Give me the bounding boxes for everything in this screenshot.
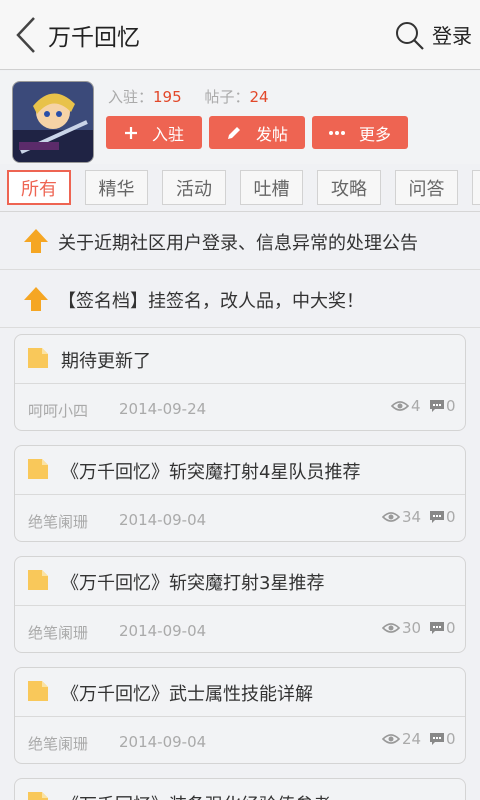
comment-icon — [430, 511, 444, 523]
divider — [15, 716, 465, 717]
login-button[interactable]: 登录 — [432, 20, 472, 49]
view-count: 34 — [382, 508, 421, 526]
post-date: 2014-09-04 — [119, 622, 207, 640]
comment-count: 0 — [429, 397, 456, 415]
notice-text: 【签名档】挂签名，改人品，中大奖！ — [58, 291, 364, 312]
posts-count: 24 — [249, 88, 269, 106]
tab-more-partial[interactable] — [472, 170, 480, 205]
comment-count: 0 — [429, 619, 456, 637]
post-title: 期待更新了 — [61, 351, 151, 372]
divider — [15, 494, 465, 495]
view-count: 4 — [391, 397, 421, 415]
post-author[interactable]: 绝笔阑珊 — [28, 733, 88, 754]
join-button[interactable]: 入驻 — [106, 116, 202, 149]
tab-all[interactable]: 所有 — [7, 170, 71, 205]
comment-count: 0 — [429, 508, 456, 526]
new-post-button[interactable]: 发帖 — [209, 116, 305, 149]
members-count: 195 — [153, 88, 182, 106]
post-card[interactable]: 期待更新了 呵呵小四 2014-09-24 4 0 — [14, 334, 466, 431]
new-post-label: 发帖 — [255, 124, 288, 144]
view-count: 24 — [382, 730, 421, 748]
pencil-icon — [226, 125, 242, 141]
document-icon — [27, 347, 49, 373]
top-bar: 万千回忆 登录 — [0, 0, 480, 70]
page-title: 万千回忆 — [48, 25, 140, 51]
post-card[interactable]: 《万千回忆》斩突魔打射3星推荐 绝笔阑珊 2014-09-04 30 0 — [14, 556, 466, 653]
post-author[interactable]: 绝笔阑珊 — [28, 622, 88, 643]
comment-count: 0 — [429, 730, 456, 748]
eye-icon — [382, 512, 400, 522]
comment-icon — [430, 400, 444, 412]
document-icon — [27, 791, 49, 800]
tab-events[interactable]: 活动 — [162, 170, 226, 205]
post-title: 《万千回忆》装备强化经验值参考 — [61, 791, 331, 800]
document-icon — [27, 680, 49, 706]
up-arrow-icon — [22, 227, 50, 259]
forum-stats: 入驻：195 帖子：24 — [108, 86, 287, 107]
eye-icon — [382, 623, 400, 633]
post-date: 2014-09-04 — [119, 733, 207, 751]
eye-icon — [391, 401, 409, 411]
posts-label: 帖子： — [204, 88, 250, 106]
plus-icon — [124, 126, 138, 140]
post-card[interactable]: 《万千回忆》斩突魔打射4星队员推荐 绝笔阑珊 2014-09-04 34 0 — [14, 445, 466, 542]
post-author[interactable]: 呵呵小四 — [28, 400, 88, 421]
post-title: 《万千回忆》斩突魔打射4星队员推荐 — [61, 462, 361, 483]
document-icon — [27, 458, 49, 484]
post-title: 《万千回忆》斩突魔打射3星推荐 — [61, 573, 325, 594]
divider — [15, 605, 465, 606]
category-tabs: 所有 精华 活动 吐槽 攻略 问答 — [0, 164, 480, 212]
search-icon — [396, 22, 424, 50]
comment-icon — [430, 733, 444, 745]
join-label: 入驻 — [151, 124, 184, 144]
tab-featured[interactable]: 精华 — [85, 170, 148, 205]
notice-item[interactable]: 关于近期社区用户登录、信息异常的处理公告 — [0, 213, 480, 270]
post-card[interactable]: 《万千回忆》装备强化经验值参考 — [14, 778, 466, 800]
forum-header: 入驻：195 帖子：24 入驻 发帖 更多 — [0, 71, 480, 164]
document-icon — [27, 569, 49, 595]
more-dots-icon — [328, 130, 345, 136]
more-button[interactable]: 更多 — [312, 116, 408, 149]
more-label: 更多 — [358, 124, 391, 144]
tab-guides[interactable]: 攻略 — [317, 170, 381, 205]
post-title: 《万千回忆》武士属性技能详解 — [61, 684, 313, 705]
post-date: 2014-09-24 — [119, 400, 207, 418]
post-date: 2014-09-04 — [119, 511, 207, 529]
post-author[interactable]: 绝笔阑珊 — [28, 511, 88, 532]
view-count: 30 — [382, 619, 421, 637]
back-button[interactable] — [8, 14, 44, 56]
divider — [15, 383, 465, 384]
tab-rants[interactable]: 吐槽 — [240, 170, 303, 205]
notice-text: 关于近期社区用户登录、信息异常的处理公告 — [58, 233, 418, 254]
search-button[interactable] — [394, 20, 426, 52]
post-card[interactable]: 《万千回忆》武士属性技能详解 绝笔阑珊 2014-09-04 24 0 — [14, 667, 466, 764]
chevron-left-icon — [16, 17, 35, 53]
notice-item[interactable]: 【签名档】挂签名，改人品，中大奖！ — [0, 271, 480, 328]
game-avatar — [12, 81, 94, 163]
members-label: 入驻： — [108, 88, 154, 106]
up-arrow-icon — [22, 285, 50, 317]
comment-icon — [430, 622, 444, 634]
tab-qa[interactable]: 问答 — [395, 170, 458, 205]
eye-icon — [382, 734, 400, 744]
